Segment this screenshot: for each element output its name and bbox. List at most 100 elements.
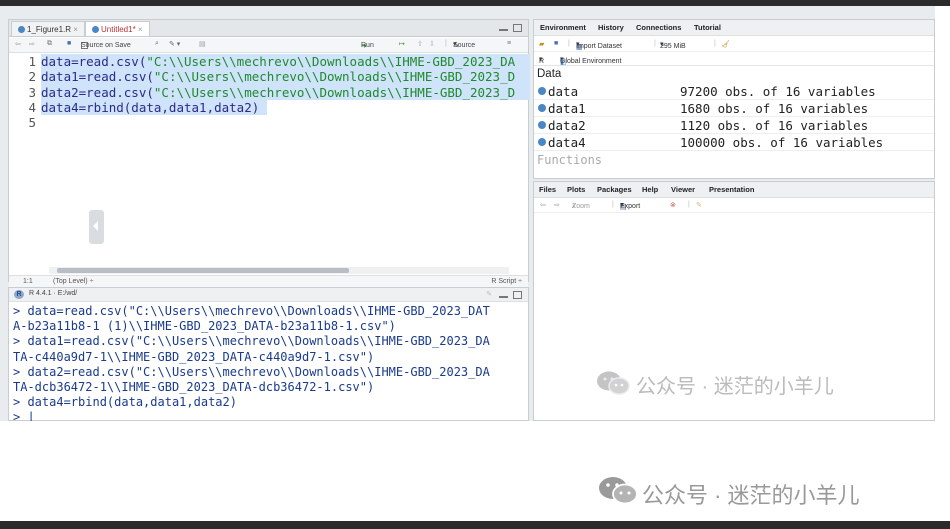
code-line[interactable]: data4=rbind(data,data1,data2)	[41, 99, 267, 116]
console-line: > data2=read.csv("C:\\Users\\mechrevo\\D…	[13, 364, 490, 379]
open-folder-icon[interactable]: ▰	[539, 40, 544, 48]
console-line: TA-c440a9d7-1\\IHME-GBD_2023_DATA-c440a9…	[13, 349, 375, 364]
environment-tab-bar: Environment History Connections Tutorial	[534, 20, 934, 36]
minimize-icon[interactable]	[499, 29, 508, 31]
console-line: TA-dcb36472-1\\IHME-GBD_2023_DATA-dcb364…	[13, 380, 375, 395]
rerun-icon[interactable]: ↦	[399, 40, 405, 48]
code-line[interactable]: data1=read.csv("C:\\Users\\mechrevo\\Dow…	[41, 69, 530, 85]
broom-icon[interactable]: ✎	[696, 201, 702, 209]
watermark-text: 公众号 · 迷茫的小羊儿	[636, 376, 834, 398]
clear-console-icon[interactable]: ✎	[486, 290, 492, 298]
close-icon[interactable]: ×	[73, 25, 78, 34]
editor-tab-bar: 1_Figure1.R × Untitled1* ×	[9, 20, 528, 37]
back-icon[interactable]: ⇦	[540, 201, 546, 209]
plots-toolbar: ⇦ ⇨ ⌕ Zoom | ▤ Export ▾ ⊗ | ✎	[534, 199, 934, 213]
wand-icon[interactable]: ✎ ▾	[169, 40, 180, 48]
tab-viewer[interactable]: Viewer	[671, 185, 695, 194]
bottom-border	[0, 521, 950, 529]
r-file-icon	[92, 26, 99, 34]
show-in-window-icon[interactable]: ⧉	[47, 40, 52, 48]
expand-icon[interactable]	[538, 104, 546, 112]
line-number: 1	[28, 54, 36, 69]
global-environment-selector[interactable]: ◧ Global Environment ▾	[560, 55, 621, 66]
source-editor-pane: 1_Figure1.R × Untitled1* × ⇦ ⇨ ⧉ ■ Sourc…	[8, 19, 530, 287]
watermark-text: 公众号 · 迷茫的小羊儿	[642, 483, 860, 508]
tab-history[interactable]: History	[598, 23, 624, 32]
maximize-icon[interactable]	[513, 291, 522, 299]
wechat-logo-icon	[597, 371, 630, 395]
separator-icon: |	[714, 40, 716, 47]
pane-collapse-handle[interactable]	[89, 210, 104, 244]
code-line[interactable]: data2=read.csv("C:\\Users\\mechrevo\\Dow…	[41, 84, 530, 100]
forward-icon[interactable]: ⇨	[554, 201, 560, 209]
console-header: R R 4.4.1 · E:/wd/ ✎	[9, 288, 528, 302]
memory-usage-button[interactable]: ◔ 295 MiB ▾	[660, 40, 686, 50]
tab-files[interactable]: Files	[539, 185, 556, 194]
data-section-heading: Data	[537, 68, 562, 80]
tab-plots[interactable]: Plots	[567, 185, 585, 194]
tab-connections[interactable]: Connections	[636, 23, 681, 32]
separator-icon: |	[445, 40, 447, 47]
down-icon[interactable]: ⇩	[429, 40, 435, 48]
editor-toolbar: ⇦ ⇨ ⧉ ■ Source on Save ⌕ ✎ ▾ ▤ ➜ Run ↦ ⇧…	[9, 38, 528, 53]
forward-icon[interactable]: ⇨	[29, 40, 35, 48]
tab-environment[interactable]: Environment	[540, 23, 586, 32]
language-selector[interactable]: R ▾	[539, 55, 544, 65]
env-object-row[interactable]: data4 100000 obs. of 16 variables	[534, 134, 934, 151]
scope-selector[interactable]: (Top Level) ÷	[53, 278, 93, 285]
separator-icon: |	[688, 201, 690, 208]
broom-icon[interactable]: 🧹︎	[721, 40, 730, 48]
tab-figure1-r[interactable]: 1_Figure1.R ×	[11, 21, 85, 36]
tab-packages[interactable]: Packages	[597, 185, 632, 194]
line-number: 5	[28, 115, 36, 131]
code-area[interactable]: 1 2 3 4 5 data=read.csv("C:\\Users\\mech…	[9, 54, 530, 268]
remove-plot-icon[interactable]: ⊗	[670, 201, 676, 209]
file-type-selector[interactable]: R Script ÷	[491, 278, 522, 285]
save-icon[interactable]: ■	[554, 40, 558, 47]
maximize-icon[interactable]	[513, 24, 522, 32]
back-icon[interactable]: ⇦	[15, 40, 21, 48]
expand-icon[interactable]	[538, 87, 546, 95]
horizontal-scrollbar[interactable]	[49, 267, 509, 274]
cursor-position: 1:1	[23, 278, 33, 285]
console-pane: R R 4.4.1 · E:/wd/ ✎ > data=read.csv("C:…	[8, 287, 529, 421]
env-object-row[interactable]: data2 1120 obs. of 16 variables	[534, 117, 934, 134]
tab-tutorial[interactable]: Tutorial	[694, 23, 721, 32]
rstudio-window: 1_Figure1.R × Untitled1* × ⇦ ⇨ ⧉ ■ Sourc…	[0, 6, 935, 421]
line-number: 2	[28, 69, 36, 85]
tab-help[interactable]: Help	[642, 185, 658, 194]
import-dataset-button[interactable]: ▦ Import Dataset ▾	[576, 40, 622, 51]
env-object-row[interactable]: data 97200 obs. of 16 variables	[534, 83, 934, 100]
line-number: 4	[28, 99, 36, 115]
tab-presentation[interactable]: Presentation	[709, 185, 754, 194]
outline-icon[interactable]: ≡	[507, 40, 511, 47]
r-logo-icon: R	[14, 290, 24, 299]
tab-untitled1[interactable]: Untitled1* ×	[85, 21, 150, 36]
separator-icon: |	[568, 40, 570, 47]
code-lines: data=read.csv("C:\\Users\\mechrevo\\Down…	[41, 54, 530, 130]
expand-icon[interactable]	[538, 121, 546, 129]
console-line: > data1=read.csv("C:\\Users\\mechrevo\\D…	[13, 334, 490, 349]
line-number: 3	[28, 84, 36, 100]
code-line[interactable]: data=read.csv("C:\\Users\\mechrevo\\Down…	[41, 54, 530, 70]
up-icon[interactable]: ⇧	[417, 40, 423, 48]
chevron-left-icon	[93, 221, 98, 231]
scrollbar-thumb[interactable]	[57, 268, 349, 273]
env-object-row[interactable]: data1 1680 obs. of 16 variables	[534, 100, 934, 117]
compile-report-icon[interactable]: ▤	[199, 40, 206, 48]
expand-icon[interactable]	[538, 138, 546, 146]
functions-section-heading: Functions	[537, 153, 603, 167]
close-icon[interactable]: ×	[138, 25, 143, 34]
editor-status-bar: 1:1 (Top Level) ÷ R Script ÷	[9, 275, 528, 287]
search-icon[interactable]: ⌕	[155, 40, 159, 48]
environment-pane: Environment History Connections Tutorial…	[533, 19, 935, 179]
save-icon[interactable]: ■	[67, 40, 71, 47]
console-line: > data=read.csv("C:\\Users\\mechrevo\\Do…	[13, 304, 490, 318]
code-line[interactable]	[41, 115, 530, 130]
console-output[interactable]: > data=read.csv("C:\\Users\\mechrevo\\Do…	[13, 304, 528, 421]
minimize-icon[interactable]	[499, 296, 508, 298]
export-button[interactable]: ▤ Export ▾	[620, 201, 640, 211]
source-button[interactable]: ⇢ Source ▾	[453, 40, 475, 50]
console-line: > data4=rbind(data,data1,data2)	[13, 395, 237, 410]
console-prompt[interactable]: > |	[13, 410, 528, 421]
